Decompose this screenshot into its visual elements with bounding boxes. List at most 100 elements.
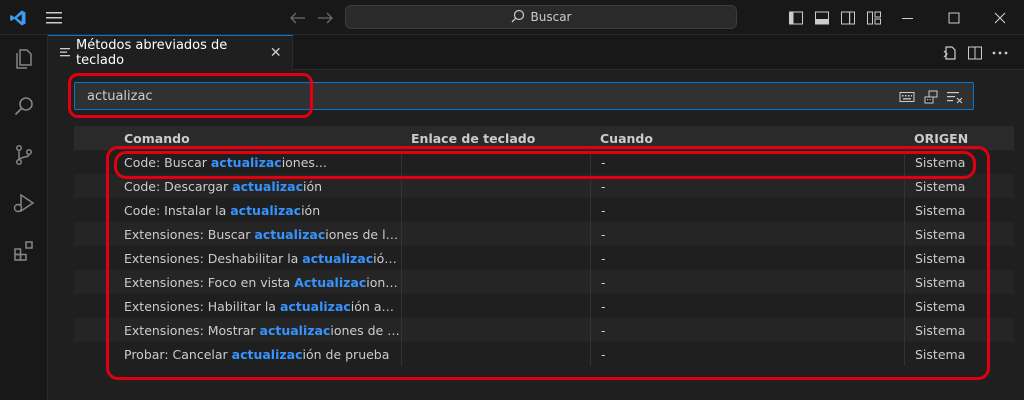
table-row[interactable]: Extensiones: Mostrar actualizaciones de …	[74, 318, 1014, 342]
source-cell: Sistema	[904, 270, 1014, 294]
table-header: Comando Enlace de teclado Cuando ORIGEN	[74, 126, 1014, 150]
command-prefix: Extensiones: Deshabilitar la	[124, 250, 303, 266]
menu-icon[interactable]	[44, 8, 64, 28]
table-row[interactable]: Extensiones: Buscar actualizaciones de l…	[74, 222, 1014, 246]
source-cell: Sistema	[904, 318, 1014, 342]
back-arrow-icon[interactable]	[288, 8, 308, 28]
keybinding-cell[interactable]	[401, 294, 590, 318]
keybinding-cell[interactable]	[401, 222, 590, 246]
toggle-primary-sidebar-icon[interactable]	[786, 8, 806, 28]
command-cell: Probar: Cancelar actualización de prueba	[74, 347, 401, 362]
toggle-secondary-sidebar-icon[interactable]	[838, 8, 858, 28]
table-row[interactable]: Code: Descargar actualización - Sistema	[74, 174, 1014, 198]
command-match: Actualizac	[294, 274, 367, 290]
command-cell: Extensiones: Mostrar actualizaciones de …	[74, 323, 401, 338]
keybinding-cell[interactable]	[401, 342, 590, 366]
command-prefix: Extensiones: Buscar	[124, 226, 255, 242]
search-label: Buscar	[530, 10, 572, 24]
table-row[interactable]: Code: Buscar actualizaciones... - Sistema	[74, 150, 1014, 174]
sort-by-precedence-icon[interactable]	[923, 89, 939, 105]
source-cell: Sistema	[904, 222, 1014, 246]
title-bar: Buscar	[0, 0, 1024, 35]
command-prefix: Probar: Cancelar	[124, 346, 232, 362]
command-cell: Extensiones: Buscar actualizaciones de l…	[74, 227, 401, 242]
table-row[interactable]: Extensiones: Foco en vista Actualizacion…	[74, 270, 1014, 294]
customize-layout-icon[interactable]	[864, 8, 884, 28]
keybinding-cell[interactable]	[401, 150, 590, 174]
clear-search-icon[interactable]	[947, 89, 963, 105]
tab-keyboard-shortcuts[interactable]: Métodos abreviados de teclado ✕	[48, 35, 293, 70]
source-cell: Sistema	[904, 174, 1014, 198]
command-match: actualizac	[230, 202, 302, 218]
minimize-icon[interactable]	[898, 8, 918, 28]
source-cell: Sistema	[904, 246, 1014, 270]
command-match: actualizac	[231, 346, 303, 362]
keybinding-cell[interactable]	[401, 246, 590, 270]
table-row[interactable]: Probar: Cancelar actualización de prueba…	[74, 342, 1014, 366]
command-match: actualizac	[302, 250, 374, 266]
command-suffix: ión aut...	[373, 250, 401, 266]
open-keybindings-json-icon[interactable]	[940, 43, 960, 63]
keybinding-cell[interactable]	[401, 198, 590, 222]
extensions-icon[interactable]	[8, 235, 40, 267]
command-prefix: Extensiones: Habilitar la	[124, 298, 280, 314]
table-row[interactable]: Extensiones: Habilitar la actualización …	[74, 294, 1014, 318]
table-row[interactable]: Extensiones: Deshabilitar la actualizaci…	[74, 246, 1014, 270]
command-center-search[interactable]: Buscar	[345, 5, 737, 29]
header-keybinding[interactable]: Enlace de teclado	[401, 126, 590, 150]
search-view-icon[interactable]	[8, 90, 40, 122]
keybinding-cell[interactable]	[401, 318, 590, 342]
keybinding-cell[interactable]	[401, 270, 590, 294]
when-cell: -	[590, 318, 904, 342]
command-match: actualizac	[254, 226, 326, 242]
run-and-debug-icon[interactable]	[8, 187, 40, 219]
source-cell: Sistema	[904, 294, 1014, 318]
command-cell: Code: Descargar actualización	[74, 179, 401, 194]
source-control-icon[interactable]	[8, 139, 40, 171]
command-match: actualizac	[232, 178, 304, 194]
command-prefix: Code: Buscar	[124, 154, 211, 170]
command-suffix: iones de la exte...	[325, 226, 401, 242]
vscode-logo-icon	[8, 8, 28, 28]
command-suffix: iones de la ext...	[330, 322, 401, 338]
split-editor-icon[interactable]	[965, 43, 985, 63]
source-cell: Sistema	[904, 198, 1014, 222]
when-cell: -	[590, 246, 904, 270]
maximize-icon[interactable]	[944, 8, 964, 28]
table-row[interactable]: Code: Instalar la actualización - Sistema	[74, 198, 1014, 222]
when-cell: -	[590, 294, 904, 318]
record-keys-icon[interactable]	[899, 89, 915, 105]
when-cell: -	[590, 342, 904, 366]
more-actions-icon[interactable]	[990, 43, 1010, 63]
close-icon[interactable]: ✕	[268, 44, 284, 62]
command-cell: Extensiones: Habilitar la actualización …	[74, 299, 401, 314]
command-suffix: iones dis...	[366, 274, 401, 290]
explorer-icon[interactable]	[8, 43, 40, 75]
command-cell: Code: Buscar actualizaciones...	[74, 155, 401, 170]
keybindings-search-input[interactable]	[87, 88, 867, 104]
close-window-icon[interactable]	[990, 8, 1010, 28]
header-command[interactable]: Comando	[74, 131, 401, 146]
command-prefix: Code: Instalar la	[124, 202, 231, 218]
command-cell: Code: Instalar la actualización	[74, 203, 401, 218]
command-suffix: ión	[301, 202, 321, 218]
when-cell: -	[590, 198, 904, 222]
keyboard-shortcuts-editor: Comando Enlace de teclado Cuando ORIGEN …	[48, 70, 1024, 400]
keybindings-search-box[interactable]	[74, 82, 974, 110]
editor-tab-bar: Métodos abreviados de teclado ✕	[48, 35, 1024, 70]
forward-arrow-icon[interactable]	[315, 8, 335, 28]
source-cell: Sistema	[904, 150, 1014, 174]
when-cell: -	[590, 222, 904, 246]
header-when[interactable]: Cuando	[590, 126, 904, 150]
command-match: actualizac	[259, 322, 331, 338]
activity-bar	[0, 35, 48, 400]
tab-label: Métodos abreviados de teclado	[76, 38, 228, 68]
when-cell: -	[590, 270, 904, 294]
command-match: actualizac	[210, 154, 282, 170]
command-suffix: ión de prueba	[302, 346, 390, 362]
keybinding-cell[interactable]	[401, 174, 590, 198]
command-cell: Extensiones: Deshabilitar la actualizaci…	[74, 251, 401, 266]
header-source[interactable]: ORIGEN	[904, 126, 1014, 150]
command-suffix: ión automá...	[350, 298, 401, 314]
toggle-panel-icon[interactable]	[812, 8, 832, 28]
